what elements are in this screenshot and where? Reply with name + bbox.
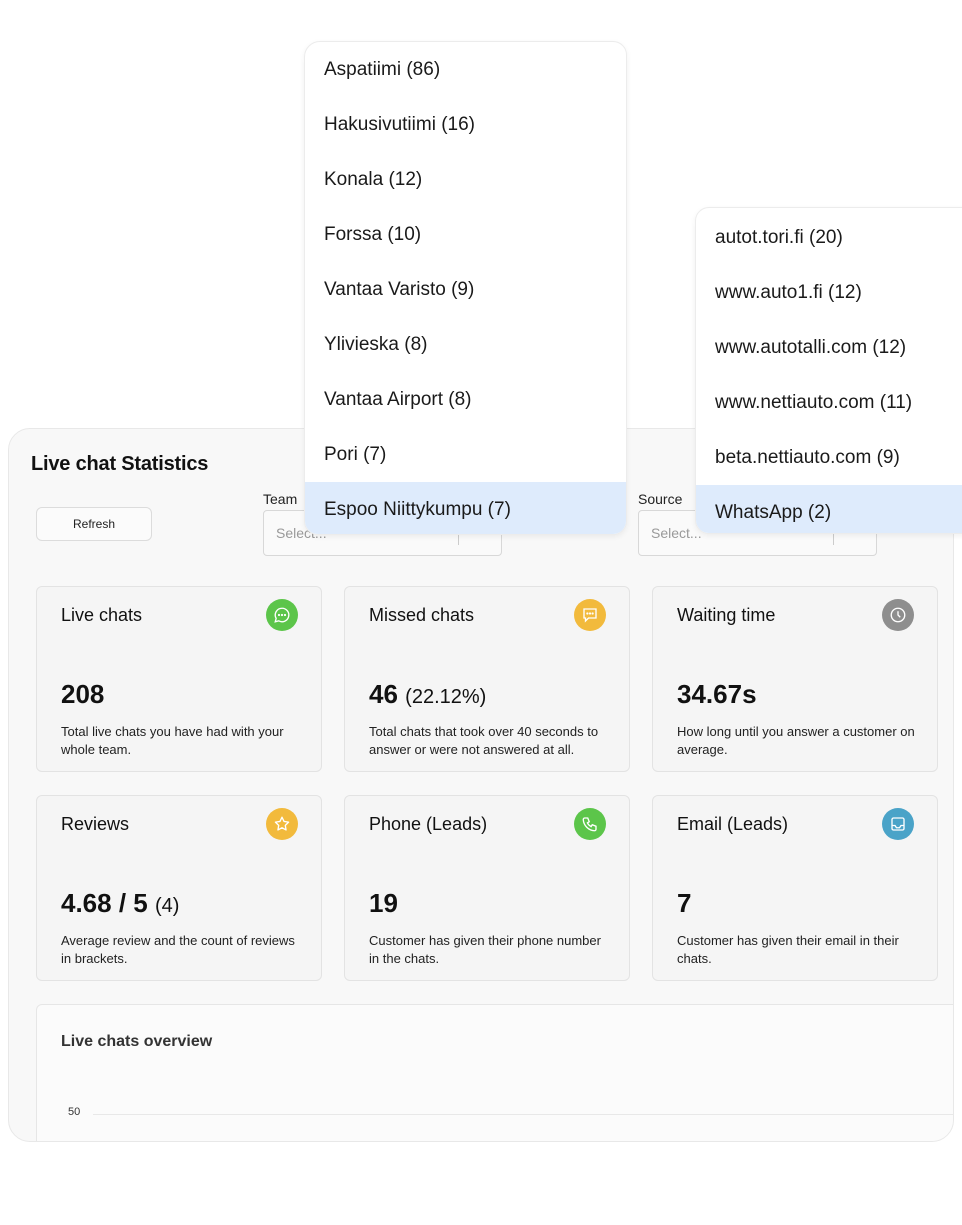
grid-line [93, 1114, 953, 1115]
live-chats-overview-chart: Live chats overview 50 [36, 1004, 953, 1141]
team-option[interactable]: Ylivieska (8) [305, 317, 626, 372]
inbox-icon [882, 808, 914, 840]
source-option[interactable]: www.auto1.fi (12) [696, 265, 962, 320]
refresh-button[interactable]: Refresh [36, 507, 152, 541]
source-select-placeholder: Select... [651, 525, 702, 541]
card-value: 7 [677, 888, 692, 918]
source-option[interactable]: WhatsApp (2) [696, 485, 962, 533]
source-option[interactable]: autot.tori.fi (20) [696, 210, 962, 265]
page-title: Live chat Statistics [31, 453, 209, 475]
missed-percentage: (22.12%) [405, 686, 487, 708]
team-dropdown-menu: Aspatiimi (86) Hakusivutiimi (16) Konala (… [304, 41, 627, 535]
star-icon [266, 808, 298, 840]
card-title: Live chats [61, 605, 143, 625]
phone-icon [574, 808, 606, 840]
card-value: 208 [61, 679, 105, 709]
source-option[interactable]: www.nettiauto.com (11) [696, 375, 962, 430]
source-label: Source [638, 491, 683, 507]
team-option[interactable]: Vantaa Airport (8) [305, 372, 626, 427]
source-option[interactable]: beta.nettiauto.com (9) [696, 430, 962, 485]
team-option[interactable]: Espoo Niittykumpu (7) [305, 482, 626, 534]
card-title: Phone (Leads) [369, 814, 488, 834]
chat-bubble-icon [266, 599, 298, 631]
team-option[interactable]: Aspatiimi (86) [305, 42, 626, 97]
team-option[interactable]: Vantaa Varisto (9) [305, 262, 626, 317]
card-description: Total chats that took over 40 seconds to… [369, 724, 599, 757]
card-value: 46 (22.12%) [369, 679, 487, 709]
team-option[interactable]: Forssa (10) [305, 207, 626, 262]
card-value: 19 [369, 888, 398, 918]
team-option[interactable]: Konala (12) [305, 152, 626, 207]
card-title: Email (Leads) [677, 814, 789, 834]
team-option[interactable]: Pori (7) [305, 427, 626, 482]
card-value: 34.67s [677, 679, 757, 709]
clock-icon [882, 599, 914, 631]
card-description: Total live chats you have had with your … [61, 724, 284, 757]
card-description: Average review and the count of reviews … [61, 933, 295, 966]
card-description: How long until you answer a customer on … [677, 724, 915, 757]
stat-card-missed-chats: Missed chats 46 (22.12%) Total chats tha… [344, 586, 630, 772]
stat-card-reviews: Reviews 4.68 / 5 (4) Average review and … [36, 795, 322, 981]
card-description: Customer has given their phone number in… [369, 933, 601, 966]
card-title: Reviews [61, 814, 130, 834]
stat-card-email-leads: Email (Leads) 7 Customer has given their… [652, 795, 938, 981]
stat-card-waiting-time: Waiting time 34.67s How long until you a… [652, 586, 938, 772]
review-count: (4) [154, 895, 180, 917]
card-description: Customer has given their email in their … [677, 933, 899, 966]
message-square-icon [574, 599, 606, 631]
team-label: Team [263, 491, 298, 507]
team-option[interactable]: Hakusivutiimi (16) [305, 97, 626, 152]
card-title: Missed chats [369, 605, 475, 625]
stat-card-live-chats: Live chats 208 Total live chats you have… [36, 586, 322, 772]
chart-title: Live chats overview [61, 1033, 213, 1050]
source-option[interactable]: www.autotalli.com (12) [696, 320, 962, 375]
card-value: 4.68 / 5 (4) [61, 888, 180, 918]
source-dropdown-menu: autot.tori.fi (20) www.auto1.fi (12) www.a… [695, 207, 962, 534]
stat-card-phone-leads: Phone (Leads) 19 Customer has given thei… [344, 795, 630, 981]
live-chat-statistics-panel: Live chat Statistics Refresh Team Select… [8, 428, 954, 1142]
card-title: Waiting time [677, 605, 776, 625]
y-tick-label: 50 [68, 1106, 81, 1118]
